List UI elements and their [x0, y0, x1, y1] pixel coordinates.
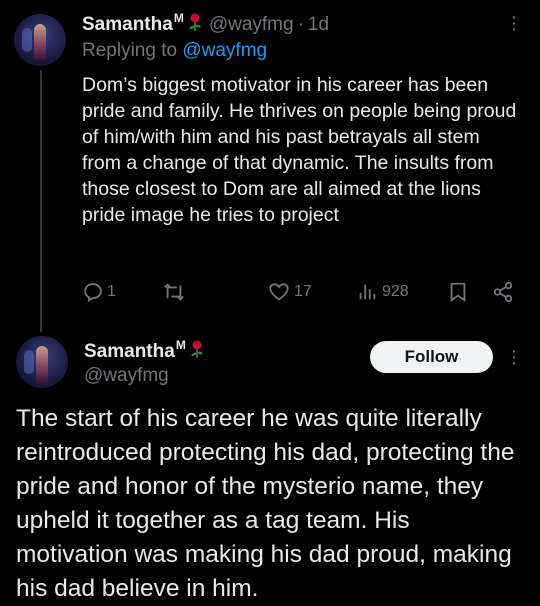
share-icon — [493, 281, 513, 303]
reply-icon — [84, 283, 102, 302]
replying-to-link[interactable]: @wayfmg — [182, 40, 267, 61]
author-name-superscript: M — [173, 11, 184, 25]
follow-button[interactable]: Follow — [370, 341, 493, 373]
like-count: 17 — [294, 283, 312, 300]
tweet-header: Samantha M — [84, 338, 205, 366]
more-icon[interactable]: · · · — [509, 341, 519, 373]
author-name[interactable]: Samantha — [82, 14, 173, 36]
tweet-actions: 1 17 928 — [82, 281, 522, 307]
bookmark-button[interactable] — [448, 281, 468, 303]
rose-emoji-icon — [188, 13, 201, 31]
thread-connector-line — [40, 70, 42, 332]
author-name-superscript: M — [175, 338, 186, 352]
view-count: 928 — [382, 283, 409, 300]
reply-count: 1 — [107, 283, 116, 300]
views-icon — [359, 284, 376, 300]
timestamp[interactable]: 1d — [308, 14, 329, 36]
repost-icon — [164, 283, 184, 301]
avatar[interactable] — [14, 14, 66, 66]
replying-to-label: Replying to — [82, 40, 178, 61]
views-button[interactable]: 928 — [356, 281, 409, 303]
author-handle[interactable]: @wayfmg — [84, 365, 169, 387]
rose-emoji-icon — [190, 340, 203, 358]
bookmark-icon — [450, 282, 466, 303]
share-button[interactable] — [492, 281, 514, 303]
replying-to: Replying to @wayfmg — [82, 40, 267, 62]
separator-dot: · — [297, 14, 304, 35]
more-icon[interactable]: · · · — [509, 7, 519, 39]
tweet-text: Dom’s biggest motivator in his career ha… — [82, 74, 517, 226]
reply-button[interactable]: 1 — [82, 281, 116, 303]
heart-icon — [269, 283, 289, 301]
author-name[interactable]: Samantha — [84, 341, 175, 363]
avatar[interactable] — [16, 336, 68, 388]
repost-button[interactable] — [162, 281, 186, 303]
tweet-text: The start of his career he was quite lit… — [16, 405, 515, 602]
like-button[interactable]: 17 — [268, 281, 312, 303]
tweet-header: Samantha M @wayfmg · 1d — [82, 10, 329, 40]
author-handle[interactable]: @wayfmg — [209, 14, 294, 36]
